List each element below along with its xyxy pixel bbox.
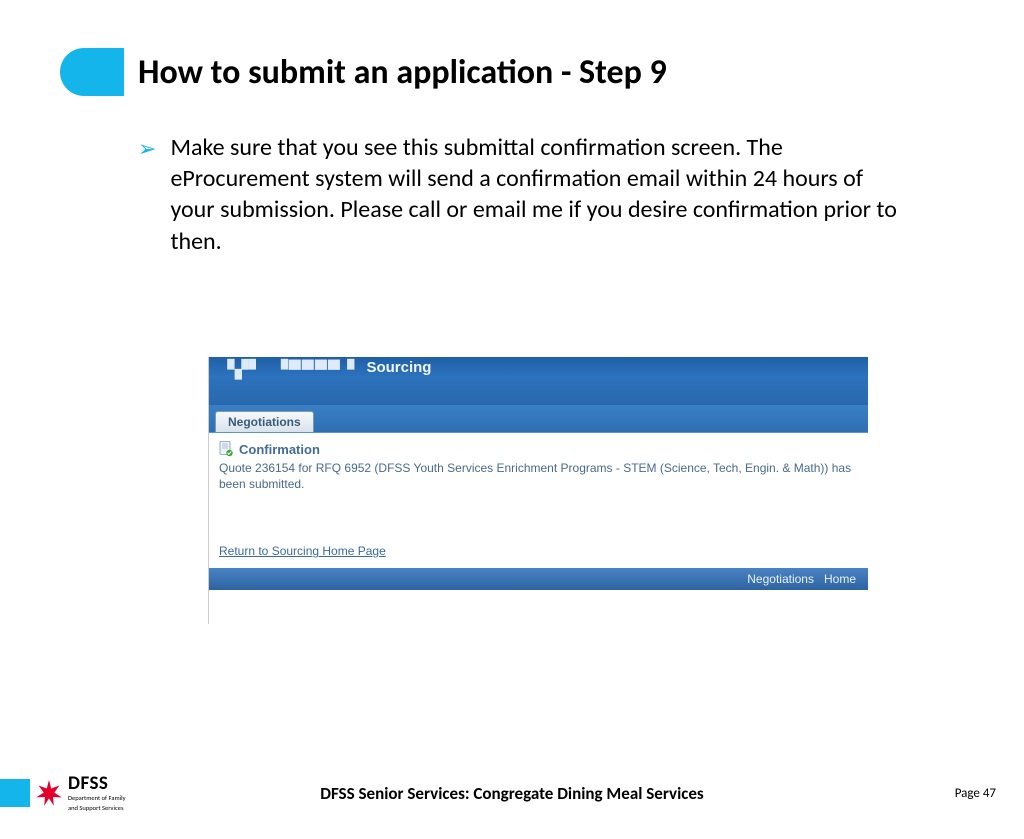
document-check-icon xyxy=(219,441,233,457)
return-home-link[interactable]: Return to Sourcing Home Page xyxy=(219,544,386,558)
page-number: Page 47 xyxy=(955,786,996,801)
screenshot-body: Confirmation Quote 236154 for RFQ 6952 (… xyxy=(209,433,868,568)
slide-title: How to submit an application - Step 9 xyxy=(138,52,667,93)
logo-sub-line2: and Support Services xyxy=(68,805,126,812)
screenshot-bottombar: Negotiations Home xyxy=(209,568,868,590)
topbar-sourcing-label: Sourcing xyxy=(366,359,431,376)
title-accent-shape xyxy=(60,48,124,96)
confirmation-screenshot: ▝▞▘ ▝▀▀▀▀▝ Sourcing Negotiations Confirm… xyxy=(208,357,868,624)
bullet-text: Make sure that you see this submittal co… xyxy=(170,132,898,257)
screenshot-tabstrip: Negotiations xyxy=(209,405,868,433)
slide-footer: DFSS Department of Family and Support Se… xyxy=(0,765,1024,821)
screenshot-topbar: ▝▞▘ ▝▀▀▀▀▝ Sourcing xyxy=(209,357,868,405)
confirmation-message: Quote 236154 for RFQ 6952 (DFSS Youth Se… xyxy=(219,460,859,492)
bottom-nav-negotiations[interactable]: Negotiations xyxy=(747,572,814,586)
bullet-block: ➢ Make sure that you see this submittal … xyxy=(138,132,898,257)
negotiations-tab-label: Negotiations xyxy=(228,415,301,429)
bottom-nav-home[interactable]: Home xyxy=(824,572,856,586)
footer-center-title: DFSS Senior Services: Congregate Dining … xyxy=(0,783,1024,804)
screenshot-whitespace xyxy=(209,590,868,624)
topbar-obscured-text: ▝▞▘ ▝▀▀▀▀▝ xyxy=(221,360,366,380)
negotiations-tab[interactable]: Negotiations xyxy=(215,411,314,432)
confirmation-heading: Confirmation xyxy=(239,442,320,457)
arrow-bullet-icon: ➢ xyxy=(138,134,156,164)
